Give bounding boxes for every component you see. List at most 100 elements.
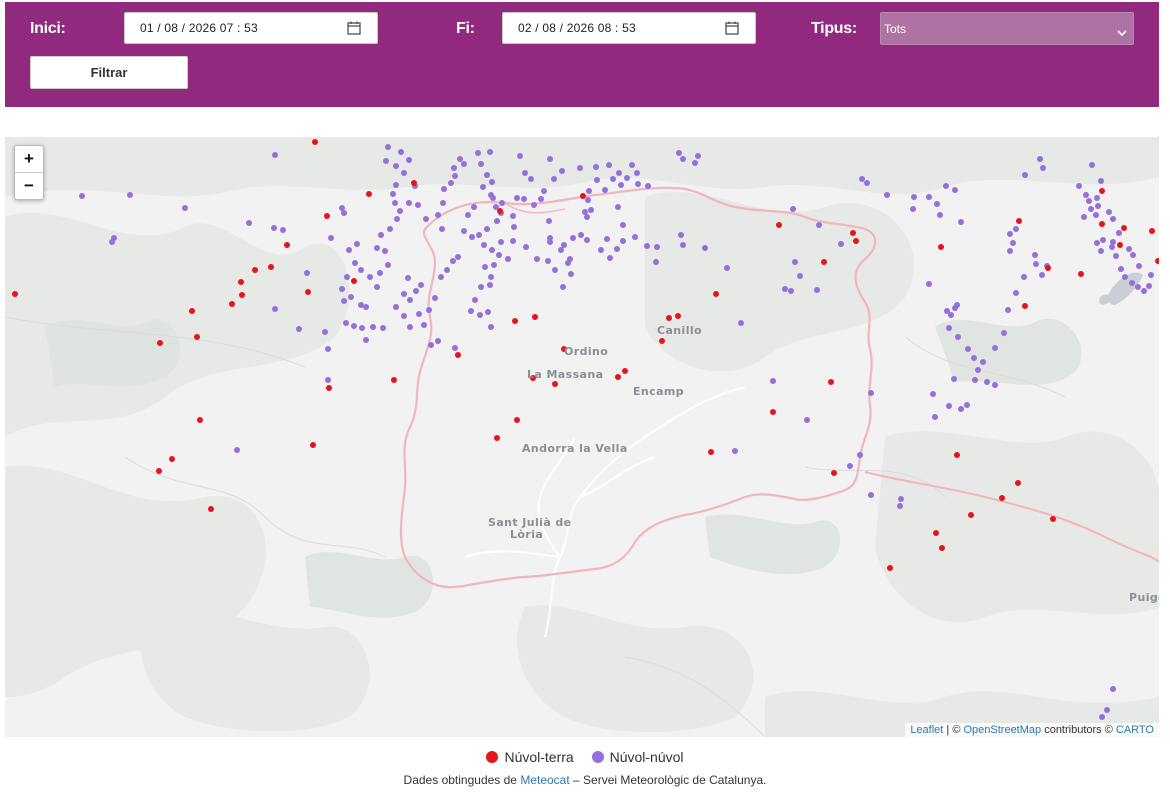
zoom-out-button[interactable]: − [15,173,43,199]
cloud-cloud-strike-marker [955,334,961,340]
end-datetime-input[interactable]: 02 / 08 / 2026 08 : 53 [502,12,756,44]
cloud-cloud-strike-marker [932,414,938,420]
cloud-cloud-strike-marker [452,173,458,179]
calendar-icon[interactable] [725,21,739,40]
zoom-in-button[interactable]: + [15,146,43,173]
lightning-map[interactable]: Ordino La Massana Canillo Encamp Andorra… [5,137,1159,737]
cloud-ground-strike-marker [1078,271,1084,277]
cloud-cloud-strike-marker [992,345,998,351]
osm-link[interactable]: OpenStreetMap [963,724,1041,736]
cloud-cloud-strike-marker [568,271,574,277]
cloud-cloud-strike-marker [271,225,277,231]
cloud-ground-strike-marker [208,506,214,512]
cloud-cloud-strike-marker [788,288,794,294]
cloud-ground-strike-marker [1050,516,1056,522]
cloud-cloud-strike-marker [1089,162,1095,168]
cloud-cloud-strike-marker [702,245,708,251]
cloud-cloud-strike-marker [952,187,958,193]
cloud-cloud-strike-marker [958,219,964,225]
cloud-cloud-strike-marker [341,298,347,304]
cloud-cloud-strike-marker [930,391,936,397]
cloud-cloud-strike-marker [946,403,952,409]
legend-item-cloud-cloud: Núvol-núvol [591,749,684,765]
cloud-cloud-strike-marker [620,238,626,244]
cloud-cloud-strike-marker [378,232,384,238]
cloud-cloud-strike-marker [946,325,952,331]
cloud-cloud-strike-marker [325,377,331,383]
cloud-ground-strike-marker [708,449,714,455]
cloud-cloud-strike-marker [182,205,188,211]
cloud-ground-strike-marker [512,318,518,324]
meteocat-link[interactable]: Meteocat [520,773,569,787]
cloud-cloud-strike-marker [1013,226,1019,232]
cloud-ground-strike-marker [326,385,332,391]
cloud-cloud-strike-marker [510,238,516,244]
filter-button[interactable]: Filtrar [30,56,188,89]
cloud-cloud-strike-marker [1095,203,1101,209]
cloud-cloud-strike-marker [428,342,434,348]
cloud-ground-strike-marker [850,230,856,236]
cloud-cloud-strike-marker [127,192,133,198]
cloud-cloud-strike-marker [455,254,461,260]
cloud-ground-strike-marker [189,308,195,314]
start-datetime-input[interactable]: 01 / 08 / 2026 07 : 53 [124,12,378,44]
cloud-cloud-strike-marker [416,311,422,317]
cloud-ground-strike-marker [194,334,200,340]
cloud-ground-strike-marker [1016,218,1022,224]
cloud-cloud-strike-marker [606,162,612,168]
leaflet-link[interactable]: Leaflet [910,724,943,736]
cloud-cloud-strike-marker [406,157,412,163]
cloud-cloud-strike-marker [401,313,407,319]
cloud-cloud-strike-marker [469,234,475,240]
cloud-cloud-strike-marker [1007,248,1013,254]
cloud-cloud-strike-marker [635,181,641,187]
cloud-cloud-strike-marker [370,324,376,330]
carto-link[interactable]: CARTO [1116,724,1154,736]
start-label: Inici: [30,20,66,37]
cloud-cloud-strike-marker [1007,231,1013,237]
cloud-cloud-strike-marker [541,188,547,194]
cloud-cloud-strike-marker [692,160,698,166]
cloud-cloud-strike-marker [234,447,240,453]
cloud-cloud-strike-marker [405,275,411,281]
cloud-cloud-strike-marker [984,379,990,385]
attribution-sep: | © [943,724,964,736]
cloud-cloud-strike-marker [958,406,964,412]
cloud-cloud-strike-marker [615,204,621,210]
cloud-cloud-strike-marker [392,200,398,206]
cloud-cloud-strike-marker [363,304,369,310]
cloud-cloud-strike-marker [884,192,890,198]
cloud-ground-strike-marker [659,338,665,344]
cloud-cloud-strike-marker [948,312,954,318]
cloud-cloud-strike-marker [393,304,399,310]
cloud-ground-strike-marker [366,191,372,197]
cloud-cloud-strike-marker [1126,246,1132,252]
map-base [5,137,1159,737]
cloud-cloud-strike-marker [645,183,651,189]
cloud-cloud-strike-marker [1110,239,1116,245]
place-label-loria: Lòria [510,528,544,541]
cloud-cloud-strike-marker [598,247,604,253]
cloud-cloud-strike-marker [1110,686,1116,692]
cloud-cloud-strike-marker [393,163,399,169]
cloud-cloud-strike-marker [521,196,527,202]
cloud-cloud-strike-marker [484,172,490,178]
cloud-cloud-strike-marker [770,378,776,384]
legend-label-cloud-ground: Núvol-terra [504,749,574,765]
cloud-cloud-strike-marker [1010,240,1016,246]
type-select[interactable]: Tots [880,12,1134,45]
cloud-cloud-strike-marker [1148,272,1154,278]
cloud-cloud-strike-marker [423,216,429,222]
cloud-ground-strike-marker [229,301,235,307]
cloud-cloud-strike-marker [582,209,588,215]
cloud-cloud-strike-marker [1022,172,1028,178]
cloud-cloud-strike-marker [934,201,940,207]
cloud-cloud-strike-marker [494,218,500,224]
cloud-cloud-strike-marker [624,175,630,181]
cloud-cloud-strike-marker [246,220,252,226]
cloud-cloud-strike-marker [435,212,441,218]
end-datetime-value: 02 / 08 / 2026 08 : 53 [518,21,636,35]
cloud-ground-strike-marker [580,193,586,199]
cloud-cloud-strike-marker [1094,195,1100,201]
calendar-icon[interactable] [347,21,361,40]
